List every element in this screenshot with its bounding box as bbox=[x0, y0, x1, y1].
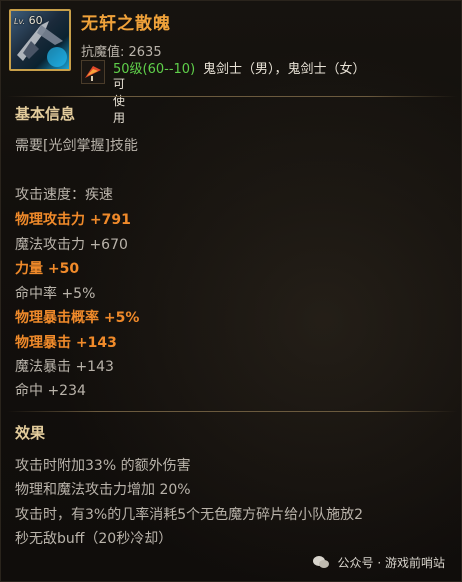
stat-line: 物理暴击 +143 bbox=[15, 335, 117, 351]
divider bbox=[7, 411, 457, 412]
section-title-basic: 基本信息 bbox=[15, 105, 76, 123]
watermark-text: 公众号 · 游戏前哨站 bbox=[337, 556, 445, 570]
effect-line: 攻击时，有3%的几率消耗5个无色魔方碎片给小队施放2 bbox=[15, 507, 364, 523]
effect-line: 秒无敌buff（20秒冷却） bbox=[15, 531, 173, 547]
stat-line: 命中 +234 bbox=[15, 383, 86, 399]
stat-line: 命中率 +5% bbox=[15, 286, 96, 302]
stat-line: 物理暴击概率 +5% bbox=[15, 310, 140, 326]
wechat-icon bbox=[312, 555, 329, 569]
stat-line: 魔法攻击力 +670 bbox=[15, 237, 128, 253]
fan-weapon-icon bbox=[81, 60, 105, 84]
watermark: 公众号 · 游戏前哨站 bbox=[312, 554, 445, 571]
stat-line: 物理攻击力 +791 bbox=[15, 212, 131, 228]
stat-line: 攻击速度：疾速 bbox=[15, 187, 113, 203]
class-requirement: 鬼剑士（男），鬼剑士（女） bbox=[203, 62, 366, 77]
sword-art-icon: Lv. 60 bbox=[9, 9, 71, 71]
level-prefix: Lv. bbox=[14, 17, 26, 26]
stat-line: 魔法暴击 +143 bbox=[15, 359, 114, 375]
item-tooltip: Lv. 60 无轩之散魄 抗魔值: 2635 50级(60--10) 鬼剑士（男… bbox=[0, 0, 462, 582]
item-name: 无轩之散魄 bbox=[81, 14, 171, 34]
effect-line: 攻击时附加33% 的额外伤害 bbox=[15, 458, 191, 474]
skill-requirement: 需要[光剑掌握]技能 bbox=[15, 138, 138, 154]
item-header: Lv. 60 无轩之散魄 抗魔值: 2635 50级(60--10) 鬼剑士（男… bbox=[1, 1, 462, 125]
usable-status: 可使用 bbox=[113, 77, 126, 125]
divider bbox=[7, 96, 457, 97]
section-title-effects: 效果 bbox=[15, 424, 46, 442]
effect-line: 物理和魔法攻击力增加 20% bbox=[15, 482, 191, 498]
level-badge: Lv. 60 bbox=[14, 14, 43, 27]
level-range: 50级(60--10) bbox=[113, 62, 196, 77]
item-level: 60 bbox=[28, 14, 43, 27]
stat-line: 力量 +50 bbox=[15, 261, 80, 277]
